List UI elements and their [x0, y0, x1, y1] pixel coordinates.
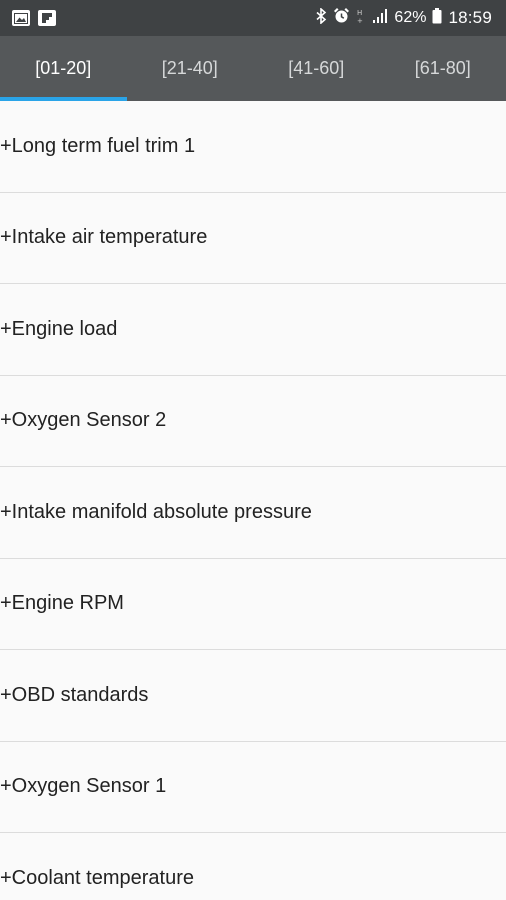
- list-item-label: +Coolant temperature: [0, 866, 195, 889]
- tab-61-80[interactable]: [61-80]: [380, 36, 506, 101]
- list-item-label: +Engine load: [0, 317, 118, 340]
- list-item[interactable]: +Oxygen Sensor 1: [0, 742, 506, 833]
- flipboard-icon: [38, 10, 56, 26]
- tab-label: [61-80]: [414, 58, 471, 78]
- gallery-icon: [12, 10, 30, 26]
- list-item[interactable]: +OBD standards: [0, 650, 506, 742]
- sensor-list[interactable]: +Long term fuel trim 1 +Intake air tempe…: [0, 101, 506, 900]
- list-item-label: +Long term fuel trim 1: [0, 134, 196, 157]
- svg-text:H: H: [357, 9, 362, 17]
- list-item-label: +Intake air temperature: [0, 226, 208, 249]
- list-item-label: +OBD standards: [0, 683, 149, 706]
- list-item-label: +Engine RPM: [0, 592, 124, 615]
- tab-41-60[interactable]: [41-60]: [253, 36, 380, 101]
- list-item[interactable]: +Coolant temperature: [0, 833, 506, 900]
- list-item[interactable]: +Engine RPM: [0, 559, 506, 650]
- status-bar: H + 62% 18:59: [0, 0, 506, 36]
- clock-time: 18:59: [448, 8, 492, 27]
- list-item-label: +Oxygen Sensor 1: [0, 775, 167, 798]
- list-item[interactable]: +Oxygen Sensor 2: [0, 376, 506, 467]
- tab-label: [21-40]: [161, 58, 218, 78]
- list-item-label: +Intake manifold absolute pressure: [0, 500, 312, 523]
- battery-icon: [432, 7, 442, 29]
- tab-bar: [01-20] [21-40] [41-60] [61-80]: [0, 36, 506, 101]
- battery-percent: 62%: [394, 9, 427, 26]
- tab-label: [41-60]: [288, 58, 345, 78]
- tab-21-40[interactable]: [21-40]: [127, 36, 254, 101]
- tab-label: [01-20]: [35, 58, 92, 78]
- tab-01-20[interactable]: [01-20]: [0, 36, 127, 101]
- list-item-label: +Oxygen Sensor 2: [0, 409, 167, 432]
- list-item[interactable]: +Intake air temperature: [0, 193, 506, 284]
- hplus-icon: H +: [356, 8, 366, 29]
- list-item[interactable]: +Long term fuel trim 1: [0, 101, 506, 193]
- bluetooth-icon: [316, 6, 327, 29]
- status-right-icons: H + 62% 18:59: [316, 6, 492, 29]
- signal-icon: [372, 8, 388, 29]
- status-left-icons: [12, 10, 56, 26]
- list-item[interactable]: +Engine load: [0, 284, 506, 376]
- svg-text:+: +: [357, 17, 363, 24]
- alarm-icon: [333, 7, 350, 29]
- list-item[interactable]: +Intake manifold absolute pressure: [0, 467, 506, 559]
